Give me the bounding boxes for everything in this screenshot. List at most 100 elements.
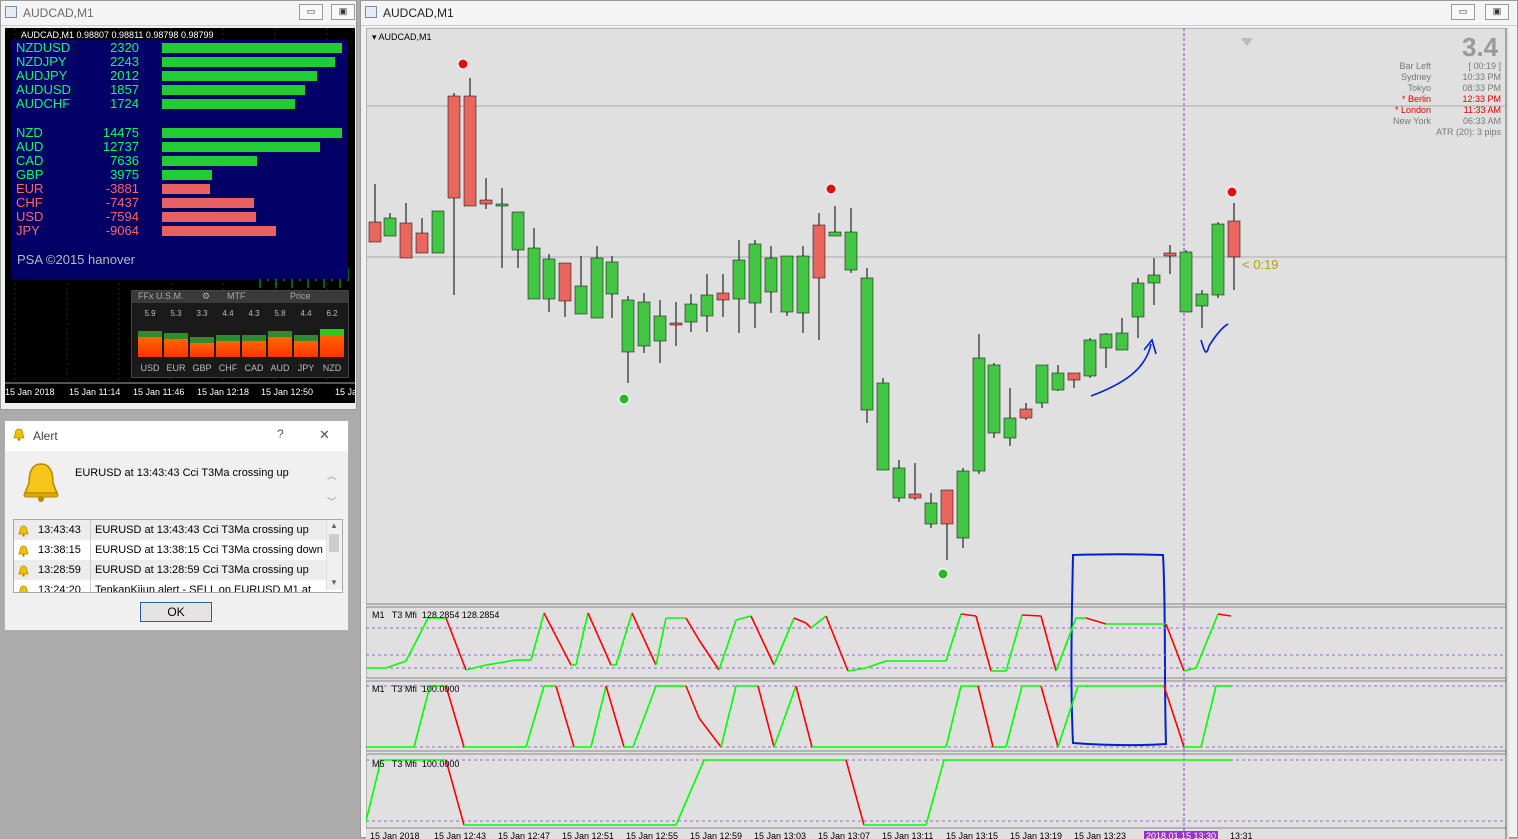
alert-list-item[interactable]: 13:38:15 EURUSD at 13:38:15 Cci T3Ma cros… <box>14 540 326 560</box>
psa-row-name: NZD <box>16 125 43 140</box>
alert-separator <box>90 540 91 560</box>
info-value: 06:33 AM <box>1462 116 1501 126</box>
candle-body <box>511 211 525 251</box>
ffx-header: FFx U.S.M. ⚙ MTF Price <box>132 291 348 303</box>
left-chart-area[interactable]: AUDCAD,M1 0.98807 0.98811 0.98798 0.9879… <box>5 28 355 403</box>
candle-body <box>1163 252 1177 257</box>
psa-footer: PSA ©2015 hanover <box>17 252 135 267</box>
alert-list-item[interactable]: 13:43:43 EURUSD at 13:43:43 Cci T3Ma cros… <box>14 520 326 540</box>
alert-time: 13:28:59 <box>38 564 81 576</box>
psa-row-bar <box>162 128 342 138</box>
candle-body <box>1019 408 1033 419</box>
psa-row-value: -7437 <box>105 195 139 210</box>
minimize-button[interactable]: ▭ <box>299 4 323 20</box>
psa-row-name: AUD <box>16 139 44 154</box>
chart-menu-triangle-icon[interactable]: ▾ <box>372 32 377 42</box>
subwindow2-panel <box>366 680 1507 752</box>
alert-time: 13:43:43 <box>38 524 81 536</box>
ffx-bar <box>216 341 240 357</box>
candle-body <box>669 322 683 326</box>
scroll-down-arrow[interactable]: ﹀ <box>327 495 336 508</box>
candle-body <box>542 258 556 300</box>
candle-body <box>972 357 986 472</box>
psa-row-name: GBP <box>16 167 44 182</box>
ffx-bar <box>268 337 292 357</box>
main-window-titlebar[interactable]: AUDCAD,M1 ▭ ▣ <box>361 1 1517 26</box>
alert-message: EURUSD at 13:43:43 Cci T3Ma crossing up <box>75 467 289 479</box>
psa-row-bar <box>162 184 210 194</box>
ffx-currency: JPY <box>297 363 315 373</box>
alert-time: 13:24:20 <box>38 584 81 593</box>
ok-button[interactable]: OK <box>140 602 212 622</box>
info-value: 08:33 PM <box>1462 83 1501 93</box>
candle-body <box>527 247 541 300</box>
subwindow2-label: M1 T3 Mfi 100.0000 <box>372 684 460 694</box>
candle-body <box>574 285 588 315</box>
psa-row-value: 14475 <box>102 125 139 140</box>
ffx-usm-panel: FFx U.S.M. ⚙ MTF Price 5.9 USD 5.3 EUR 3.3 GB… <box>131 290 349 378</box>
psa-row-value: 12737 <box>102 139 139 154</box>
ffx-gear-icon[interactable]: ⚙ <box>202 291 210 302</box>
candle-body <box>940 489 954 525</box>
help-button[interactable]: ? <box>277 427 284 441</box>
candle-body <box>732 259 746 300</box>
candle-body <box>908 493 922 499</box>
ffx-value: 6.2 <box>326 309 338 318</box>
fractal-marker-icon <box>825 183 837 195</box>
scroll-up-arrow[interactable]: ︿ <box>327 469 336 482</box>
large-bell-icon <box>21 461 61 508</box>
maximize-button[interactable]: ▣ <box>331 4 355 20</box>
left-chart-header: AUDCAD,M1 0.98807 0.98811 0.98798 0.9879… <box>21 30 214 40</box>
info-label: Sydney <box>1400 72 1431 82</box>
left-window-titlebar[interactable]: AUDCAD,M1 ▭ ▣ <box>1 1 356 26</box>
candle-body <box>716 292 730 301</box>
chart-symbol-label: ▾ AUDCAD,M1 <box>372 32 432 43</box>
main-maximize-button[interactable]: ▣ <box>1485 4 1509 20</box>
atr-label: ATR (20): 3 pips <box>1436 127 1501 137</box>
bar-countdown: < 0:19 <box>1242 257 1279 272</box>
candle-body <box>431 210 445 254</box>
main-minimize-button[interactable]: ▭ <box>1451 4 1475 20</box>
alert-list-item[interactable]: 13:28:59 EURUSD at 13:28:59 Cci T3Ma cros… <box>14 560 326 580</box>
alert-titlebar[interactable]: Alert ? ✕ <box>5 421 348 451</box>
candle-body <box>924 502 938 525</box>
candle-body <box>876 382 890 471</box>
ffx-bar <box>242 341 266 357</box>
alert-history-list[interactable]: 13:43:43 EURUSD at 13:43:43 Cci T3Ma cros… <box>13 519 343 593</box>
list-scrollbar[interactable]: ▲ ▼ <box>326 520 342 590</box>
candle-body <box>1099 333 1113 349</box>
alert-text: EURUSD at 13:28:59 Cci T3Ma crossing up <box>95 564 309 576</box>
bell-icon <box>18 584 29 592</box>
chart-symbol-text: AUDCAD,M1 <box>378 32 432 42</box>
fractal-marker-icon <box>457 58 469 70</box>
candle-body <box>1115 332 1129 351</box>
ffx-bar-top <box>138 331 162 337</box>
info-label: Bar Left <box>1399 61 1431 71</box>
main-chart-canvas <box>366 28 1507 839</box>
alert-text: EURUSD at 13:38:15 Cci T3Ma crossing dow… <box>95 544 323 556</box>
alert-separator <box>90 560 91 580</box>
fractal-marker-icon <box>937 568 949 580</box>
candle-body <box>605 261 619 295</box>
candle-body <box>590 257 604 319</box>
ffx-currency: AUD <box>270 363 290 373</box>
chart-window-icon <box>365 6 377 18</box>
ffx-value: 4.3 <box>248 309 260 318</box>
candle-body <box>956 470 970 539</box>
ffx-bar-top <box>294 335 318 341</box>
psa-row-bar <box>162 226 276 236</box>
left-time-label: 15 Jan 12:18 <box>197 387 250 397</box>
main-chart-area[interactable]: ▾ AUDCAD,M1 3.4 Bar Left [ 00:19 ] Sydney 1… <box>366 28 1509 839</box>
subwindow3-label: M5 T3 Mfi 100.0000 <box>372 759 460 769</box>
candle-body <box>1067 372 1081 381</box>
fractal-marker-icon <box>618 393 630 405</box>
candle-body <box>653 315 667 342</box>
alert-list-item[interactable]: 13:24:20 TenkanKijun alert - SELL on EURU… <box>14 580 326 593</box>
list-scrollbar-thumb[interactable] <box>329 534 339 552</box>
candle-body <box>399 222 413 259</box>
close-button[interactable]: ✕ <box>319 427 330 443</box>
candle-body <box>463 95 477 207</box>
psa-row-value: 2243 <box>110 54 139 69</box>
info-value: 12:33 PM <box>1462 94 1501 104</box>
candle-body <box>892 467 906 499</box>
